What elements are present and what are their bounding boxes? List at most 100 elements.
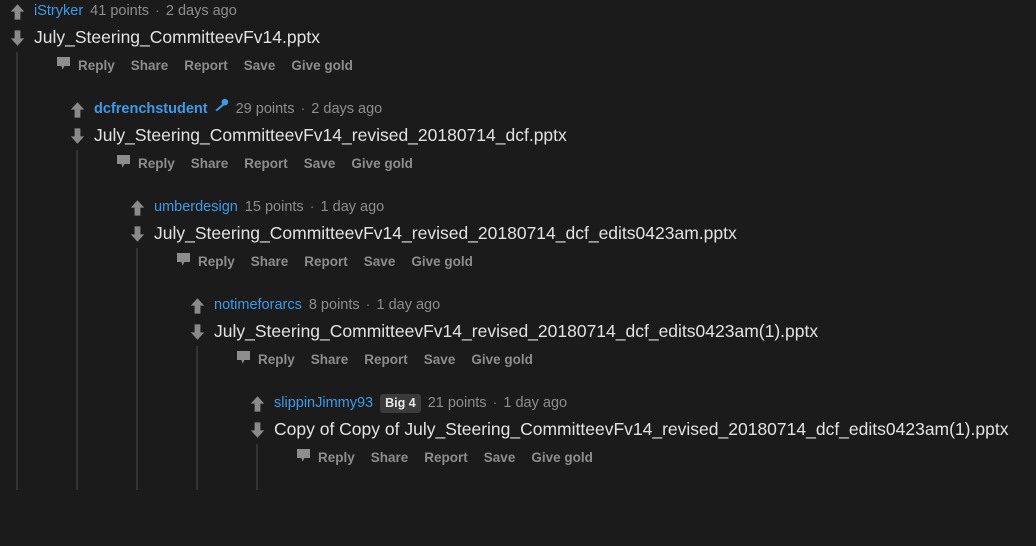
comment-spacer <box>34 77 1036 98</box>
report-button[interactable]: Report <box>364 352 408 367</box>
save-button[interactable]: Save <box>304 156 336 171</box>
report-button[interactable]: Report <box>304 254 348 269</box>
comment-spacer <box>214 371 1036 392</box>
comment-inner: notimeforarcs 8 points · 1 day ago July_Stee… <box>180 294 1036 490</box>
save-button[interactable]: Save <box>484 450 516 465</box>
downvote-arrow-icon[interactable] <box>188 322 207 342</box>
reply-button[interactable]: Reply <box>116 154 175 172</box>
comment: dcfrenchstudent 29 points · 2 days ago July_… <box>34 98 1036 490</box>
comment: slippinJimmy93 Big 4 21 points · 1 day ago Co… <box>214 392 1036 490</box>
comment-inner: iStryker 41 points · 2 days ago July_Steerin… <box>0 0 1036 490</box>
thread-collapse-line[interactable] <box>256 444 258 490</box>
reply-label: Reply <box>78 57 115 73</box>
comment-body: July_Steering_CommitteevFv14_revised_201… <box>214 321 819 341</box>
comment-spacer <box>154 273 1036 294</box>
comment-body: July_Steering_CommitteevFv14_revised_201… <box>154 223 737 243</box>
comment: notimeforarcs 8 points · 1 day ago July_Stee… <box>154 294 1036 490</box>
comment-actions: Reply Share Report Save Give gold <box>274 445 1036 469</box>
comment-spacer <box>94 175 1036 196</box>
share-button[interactable]: Share <box>131 58 169 73</box>
upvote-arrow-icon[interactable] <box>128 198 147 218</box>
downvote-arrow-icon[interactable] <box>68 126 87 146</box>
microphone-icon <box>214 98 229 121</box>
give-gold-button[interactable]: Give gold <box>471 352 533 367</box>
reply-label: Reply <box>198 253 235 269</box>
speech-bubble-icon <box>296 448 311 466</box>
give-gold-button[interactable]: Give gold <box>411 254 473 269</box>
comment-author[interactable]: iStryker <box>34 0 83 23</box>
comment-meta: notimeforarcs 8 points · 1 day ago <box>214 294 1036 317</box>
comment-author[interactable]: dcfrenchstudent <box>94 98 208 121</box>
share-button[interactable]: Share <box>191 156 229 171</box>
comment-points: 15 points <box>244 199 304 215</box>
reply-button[interactable]: Reply <box>296 448 355 466</box>
comment-thread: iStryker 41 points · 2 days ago July_Steerin… <box>0 0 1036 546</box>
comment-timestamp: 2 days ago <box>311 101 383 117</box>
comment-body: July_Steering_CommitteevFv14_revised_201… <box>94 125 567 145</box>
give-gold-button[interactable]: Give gold <box>351 156 413 171</box>
downvote-arrow-icon[interactable] <box>128 224 147 244</box>
speech-bubble-icon <box>236 350 251 368</box>
comment-actions: Reply Share Report Save Give gold <box>214 347 1036 371</box>
meta-separator: · <box>300 101 306 117</box>
report-button[interactable]: Report <box>244 156 288 171</box>
author-flair: Big 4 <box>380 393 421 414</box>
upvote-arrow-icon[interactable] <box>248 394 267 414</box>
comment-inner: dcfrenchstudent 29 points · 2 days ago July_… <box>60 98 1036 490</box>
speech-bubble-icon <box>176 252 191 270</box>
upvote-arrow-icon[interactable] <box>188 296 207 316</box>
speech-bubble-icon <box>56 56 71 74</box>
comment-inner: umberdesign 15 points · 1 day ago July_Steer… <box>120 196 1036 490</box>
comment-body: July_Steering_CommitteevFv14.pptx <box>34 27 320 47</box>
comment-timestamp: 2 days ago <box>165 3 237 19</box>
report-button[interactable]: Report <box>184 58 228 73</box>
comment: iStryker 41 points · 2 days ago July_Steerin… <box>0 0 1036 490</box>
comment-author[interactable]: slippinJimmy93 <box>274 392 373 415</box>
share-button[interactable]: Share <box>311 352 349 367</box>
upvote-arrow-icon[interactable] <box>8 2 27 22</box>
reply-button[interactable]: Reply <box>236 350 295 368</box>
reply-button[interactable]: Reply <box>56 56 115 74</box>
comment-points: 21 points <box>427 395 487 411</box>
save-button[interactable]: Save <box>244 58 276 73</box>
upvote-arrow-icon[interactable] <box>68 100 87 120</box>
comment-actions: Reply Share Report Save Give gold <box>34 53 1036 77</box>
thread-collapse-line[interactable] <box>196 346 198 490</box>
share-button[interactable]: Share <box>251 254 289 269</box>
save-button[interactable]: Save <box>364 254 396 269</box>
comment-actions: Reply Share Report Save Give gold <box>94 151 1036 175</box>
comment-timestamp: 1 day ago <box>320 199 385 215</box>
vote-controls <box>8 2 27 48</box>
reply-label: Reply <box>258 351 295 367</box>
give-gold-button[interactable]: Give gold <box>531 450 593 465</box>
give-gold-button[interactable]: Give gold <box>291 58 353 73</box>
downvote-arrow-icon[interactable] <box>8 28 27 48</box>
comment-points: 41 points <box>90 3 150 19</box>
comment-author[interactable]: notimeforarcs <box>214 294 302 317</box>
comment-actions: Reply Share Report Save Give gold <box>154 249 1036 273</box>
vote-controls <box>128 198 147 244</box>
comment-points: 8 points <box>308 297 360 313</box>
comment-meta: iStryker 41 points · 2 days ago <box>34 0 1036 23</box>
thread-collapse-line[interactable] <box>76 150 78 490</box>
comment: umberdesign 15 points · 1 day ago July_Steer… <box>94 196 1036 490</box>
share-button[interactable]: Share <box>371 450 409 465</box>
downvote-arrow-icon[interactable] <box>248 420 267 440</box>
meta-separator: · <box>309 199 315 215</box>
report-button[interactable]: Report <box>424 450 468 465</box>
comment-meta: slippinJimmy93 Big 4 21 points · 1 day ago <box>274 392 1036 415</box>
reply-label: Reply <box>138 155 175 171</box>
comment-body: Copy of Copy of July_Steering_Committeev… <box>274 419 1009 439</box>
comment-spacer <box>274 469 1036 490</box>
thread-collapse-line[interactable] <box>16 52 18 490</box>
vote-controls <box>68 100 87 146</box>
comment-timestamp: 1 day ago <box>503 395 568 411</box>
speech-bubble-icon <box>116 154 131 172</box>
thread-collapse-line[interactable] <box>136 248 138 490</box>
comment-points: 29 points <box>235 101 295 117</box>
comment-author[interactable]: umberdesign <box>154 196 238 219</box>
vote-controls <box>188 296 207 342</box>
reply-button[interactable]: Reply <box>176 252 235 270</box>
comment-timestamp: 1 day ago <box>376 297 441 313</box>
save-button[interactable]: Save <box>424 352 456 367</box>
